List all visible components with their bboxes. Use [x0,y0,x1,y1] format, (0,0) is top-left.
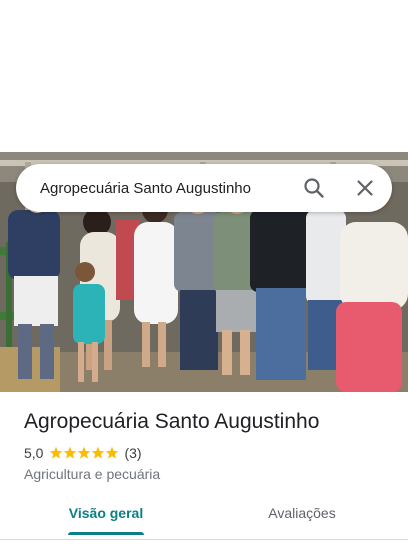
search-bar[interactable] [16,164,392,212]
tab-divider [0,539,408,540]
star-icon [106,446,119,459]
tab-bar: Visão geral Avaliações [0,496,408,536]
reviews-count[interactable]: (3) [124,445,141,461]
rating-value: 5,0 [24,445,44,461]
tab-overview[interactable]: Visão geral [56,496,156,532]
place-title: Agropecuária Santo Augustinho [24,410,320,433]
place-category[interactable]: Agricultura e pecuária [24,465,160,483]
star-icon [78,446,91,459]
tab-reviews[interactable]: Avaliações [250,496,354,532]
star-rating [49,446,119,460]
rating-row[interactable]: 5,0 (3) [24,444,142,462]
star-icon [64,446,77,459]
search-input[interactable] [40,164,290,212]
star-icon [92,446,105,459]
search-icon[interactable] [302,176,326,200]
star-icon [50,446,63,459]
active-tab-indicator [68,532,144,535]
close-icon[interactable] [353,176,377,200]
